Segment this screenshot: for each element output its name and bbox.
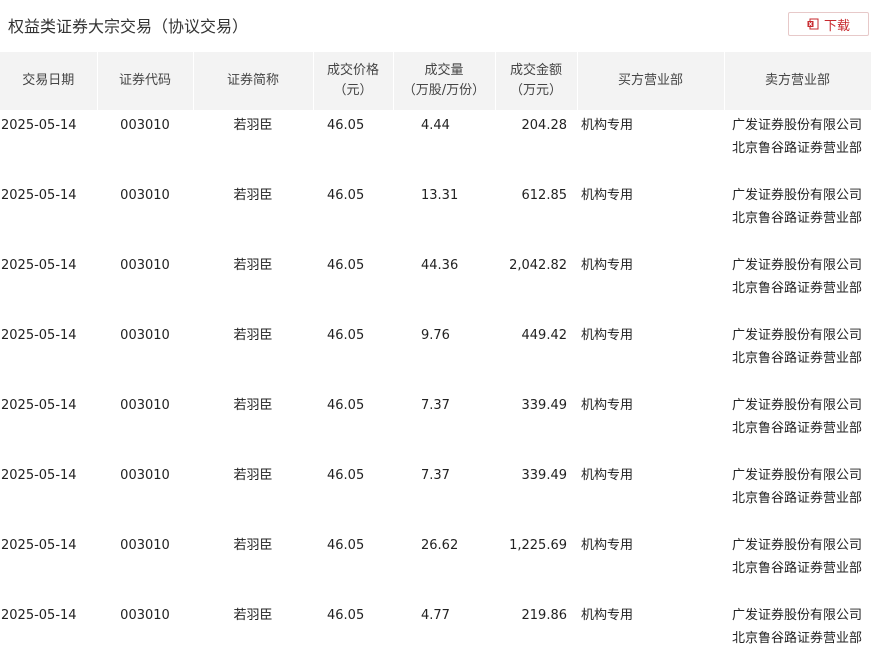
table-row: 2025-05-14 003010 若羽臣 46.05 7.37 339.49 机构专用 广发…: [0, 390, 871, 460]
excel-download-icon: [807, 18, 819, 30]
block-trade-table: 交易日期 证券代码 证券简称 成交价格 （元） 成交量 （万股/万份） 成交金额 （万元） 买方营…: [0, 52, 872, 670]
table-body: 2025-05-14 003010 若羽臣 46.05 4.44 204.28 机构专用 广发…: [0, 110, 871, 670]
header-label: 卖方营业部: [764, 73, 830, 88]
cell-amount: 339.49: [521, 468, 568, 483]
table-row: 2025-05-14 003010 若羽臣 46.05 7.37 339.49 机构专用 广发…: [0, 460, 871, 530]
cell-security-name: 若羽臣: [233, 398, 273, 413]
header-amount: 成交金额 （万元）: [495, 52, 578, 110]
cell-trade-date: 2025-05-14: [1, 188, 77, 203]
cell-price: 46.05: [327, 608, 365, 623]
cell-amount: 219.86: [521, 608, 568, 623]
header-label: 成交价格: [326, 63, 379, 78]
header-label: （万元）: [509, 83, 562, 98]
cell-security-code: 003010: [120, 258, 170, 273]
cell-volume: 13.31: [421, 188, 459, 203]
cell-seller-branch: 广发证券股份有限公司北京鲁谷路证券营业部: [732, 608, 863, 646]
cell-trade-date: 2025-05-14: [1, 398, 77, 413]
cell-trade-date: 2025-05-14: [1, 468, 77, 483]
download-button[interactable]: 下载: [788, 12, 869, 36]
cell-volume: 7.37: [421, 468, 450, 483]
cell-trade-date: 2025-05-14: [1, 328, 77, 343]
header-seller-branch: 卖方营业部: [724, 52, 872, 110]
header-label: 证券简称: [226, 73, 279, 88]
header-security-name: 证券简称: [193, 52, 314, 110]
cell-buyer-branch: 机构专用: [581, 468, 634, 483]
cell-security-name: 若羽臣: [233, 538, 273, 553]
cell-seller-branch: 广发证券股份有限公司北京鲁谷路证券营业部: [732, 538, 863, 576]
cell-security-name: 若羽臣: [233, 258, 273, 273]
cell-volume: 44.36: [421, 258, 459, 273]
cell-security-code: 003010: [120, 468, 170, 483]
header-label: 买方营业部: [617, 73, 683, 88]
header-label: 成交量: [424, 63, 464, 78]
cell-volume: 4.77: [421, 608, 450, 623]
cell-security-name: 若羽臣: [233, 188, 273, 203]
page-title: 权益类证券大宗交易（协议交易）: [8, 17, 249, 36]
cell-security-name: 若羽臣: [233, 608, 273, 623]
cell-seller-branch: 广发证券股份有限公司北京鲁谷路证券营业部: [732, 328, 863, 366]
cell-security-name: 若羽臣: [233, 118, 273, 133]
table-row: 2025-05-14 003010 若羽臣 46.05 44.36 2,042.82 机构专…: [0, 250, 871, 320]
title-bar: 权益类证券大宗交易（协议交易） 下载: [0, 0, 872, 52]
cell-volume: 4.44: [421, 118, 450, 133]
header-price: 成交价格 （元）: [313, 52, 394, 110]
cell-security-code: 003010: [120, 188, 170, 203]
cell-buyer-branch: 机构专用: [581, 398, 634, 413]
table-row: 2025-05-14 003010 若羽臣 46.05 4.44 204.28 机构专用 广发…: [0, 110, 871, 180]
table-row: 2025-05-14 003010 若羽臣 46.05 26.62 1,225.69 机构专…: [0, 530, 871, 600]
table-row: 2025-05-14 003010 若羽臣 46.05 13.31 612.85 机构专用 广…: [0, 180, 871, 250]
cell-trade-date: 2025-05-14: [1, 118, 77, 133]
cell-price: 46.05: [327, 538, 365, 553]
header-volume: 成交量 （万股/万份）: [393, 52, 496, 110]
cell-amount: 2,042.82: [509, 258, 567, 273]
cell-price: 46.05: [327, 188, 365, 203]
cell-seller-branch: 广发证券股份有限公司北京鲁谷路证券营业部: [732, 258, 863, 296]
cell-price: 46.05: [327, 468, 365, 483]
header-label: （万股/万份）: [402, 83, 486, 98]
cell-security-name: 若羽臣: [233, 328, 273, 343]
cell-volume: 9.76: [421, 328, 450, 343]
cell-security-name: 若羽臣: [233, 468, 273, 483]
cell-security-code: 003010: [120, 608, 170, 623]
header-buyer-branch: 买方营业部: [577, 52, 725, 110]
cell-seller-branch: 广发证券股份有限公司北京鲁谷路证券营业部: [732, 398, 863, 436]
cell-security-code: 003010: [120, 328, 170, 343]
cell-trade-date: 2025-05-14: [1, 258, 77, 273]
table-row: 2025-05-14 003010 若羽臣 46.05 9.76 449.42 机构专用 广发…: [0, 320, 871, 390]
cell-volume: 26.62: [421, 538, 459, 553]
header-label: 交易日期: [22, 73, 75, 88]
header-label: 证券代码: [118, 73, 171, 88]
cell-buyer-branch: 机构专用: [581, 118, 634, 133]
cell-price: 46.05: [327, 328, 365, 343]
table-header: 交易日期 证券代码 证券简称 成交价格 （元） 成交量 （万股/万份） 成交金额 （万元） 买方营…: [0, 52, 872, 110]
cell-buyer-branch: 机构专用: [581, 258, 634, 273]
cell-security-code: 003010: [120, 398, 170, 413]
header-security-code: 证券代码: [97, 52, 194, 110]
cell-amount: 449.42: [521, 328, 568, 343]
cell-price: 46.05: [327, 258, 365, 273]
cell-buyer-branch: 机构专用: [581, 188, 634, 203]
cell-amount: 339.49: [521, 398, 568, 413]
table-row: 2025-05-14 003010 若羽臣 46.05 4.77 219.86 机构专用 广发…: [0, 600, 871, 670]
cell-seller-branch: 广发证券股份有限公司北京鲁谷路证券营业部: [732, 468, 863, 506]
cell-trade-date: 2025-05-14: [1, 538, 77, 553]
download-label: 下载: [823, 18, 850, 34]
cell-buyer-branch: 机构专用: [581, 608, 634, 623]
cell-price: 46.05: [327, 398, 365, 413]
header-label: （元）: [333, 83, 373, 98]
cell-buyer-branch: 机构专用: [581, 538, 634, 553]
cell-seller-branch: 广发证券股份有限公司北京鲁谷路证券营业部: [732, 118, 863, 156]
cell-seller-branch: 广发证券股份有限公司北京鲁谷路证券营业部: [732, 188, 863, 226]
cell-volume: 7.37: [421, 398, 450, 413]
cell-amount: 204.28: [521, 118, 568, 133]
cell-buyer-branch: 机构专用: [581, 328, 634, 343]
cell-trade-date: 2025-05-14: [1, 608, 77, 623]
cell-amount: 612.85: [521, 188, 568, 203]
cell-security-code: 003010: [120, 118, 170, 133]
cell-security-code: 003010: [120, 538, 170, 553]
cell-price: 46.05: [327, 118, 365, 133]
cell-amount: 1,225.69: [509, 538, 567, 553]
header-label: 成交金额: [509, 63, 562, 78]
header-trade-date: 交易日期: [0, 52, 98, 110]
